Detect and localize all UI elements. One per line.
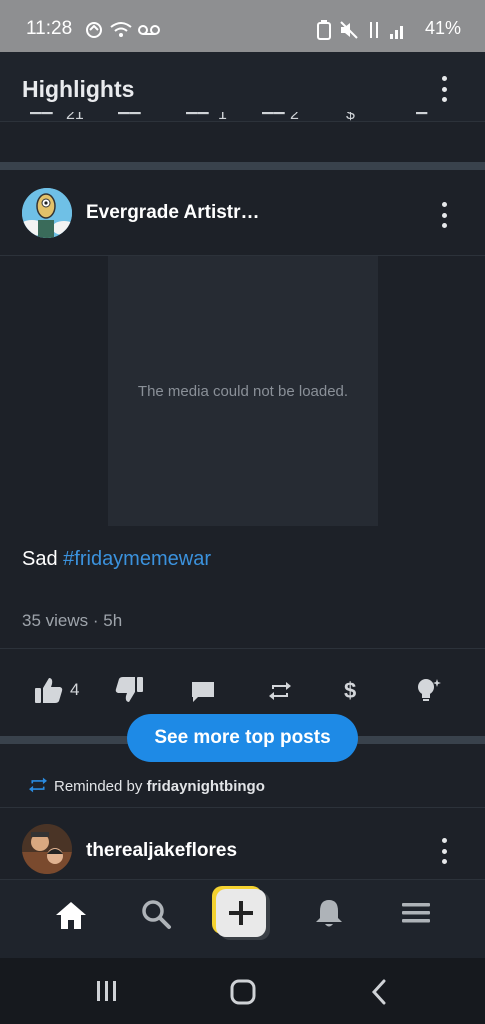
tip-button[interactable]: $: [344, 678, 356, 704]
status-bar: 11:28 41%: [0, 0, 485, 52]
previous-repost-count: 2: [290, 112, 299, 123]
dislike-button[interactable]: [114, 676, 144, 704]
repost-icon: [29, 777, 47, 793]
nav-notifications[interactable]: [314, 897, 344, 934]
post-options-icon[interactable]: [438, 838, 450, 864]
battery-percentage: 41%: [424, 18, 461, 38]
lightbulb-icon: [418, 679, 441, 701]
post-action-bar: 4 $: [0, 672, 485, 712]
home-icon: [56, 902, 86, 929]
menu-icon: [402, 903, 430, 923]
nav-search[interactable]: [140, 898, 172, 935]
recent-apps-icon[interactable]: [95, 980, 119, 1002]
like-count: 4: [70, 680, 80, 699]
comment-button[interactable]: [190, 680, 216, 704]
previous-post-actions: ▀▀ 21 ▀▀ ▀▀ 1 ▀▀ 2 $ ▀: [0, 112, 485, 134]
post-text: Sad #fridaymemewar: [22, 548, 211, 571]
data-icon: [370, 22, 378, 38]
thumbs-up-icon: ▀▀: [30, 112, 53, 123]
dollar-icon: $: [344, 678, 357, 703]
nav-menu[interactable]: [402, 902, 430, 929]
repost-icon: [269, 682, 291, 700]
thumbs-down-icon: ▀▀: [118, 112, 141, 123]
avatar[interactable]: [22, 824, 72, 874]
reminded-prefix: Reminded by: [54, 778, 147, 795]
previous-like-count: 21: [66, 112, 84, 123]
avatar[interactable]: [22, 188, 72, 238]
bell-icon: [316, 900, 342, 927]
post-divider: [0, 162, 485, 170]
thumbs-up-icon: [35, 678, 63, 703]
bottom-navigation: [0, 880, 485, 958]
post-options-icon[interactable]: [438, 202, 450, 228]
comment-icon: [192, 682, 214, 702]
sync-icon: [86, 22, 102, 38]
lightbulb-icon: ▀: [416, 112, 428, 123]
post-author[interactable]: therealjakeflores: [86, 840, 237, 862]
see-more-top-posts-button[interactable]: See more top posts: [127, 714, 358, 762]
signal-icon: [390, 26, 403, 39]
mute-icon: [340, 21, 358, 39]
thumbs-down-icon: [115, 677, 143, 702]
battery-saver-icon: [317, 20, 331, 40]
comment-icon: ▀▀: [186, 112, 209, 123]
back-icon[interactable]: [370, 979, 388, 1005]
dollar-icon: $: [346, 112, 355, 123]
post-text-body: Sad: [22, 548, 64, 570]
system-navigation-bar: [0, 958, 485, 1024]
page-title: Highlights: [22, 76, 135, 102]
plus-icon: [229, 901, 253, 925]
media-error-message: The media could not be loaded.: [137, 382, 349, 400]
reminded-banner: Reminded by fridaynightbingo: [0, 766, 485, 808]
wifi-icon: [110, 22, 132, 37]
boost-button[interactable]: [414, 676, 442, 704]
repost-icon: ▀▀: [262, 112, 285, 123]
search-icon: [142, 900, 171, 929]
like-button[interactable]: 4: [34, 676, 79, 704]
post-meta: 35 views · 5h: [22, 611, 123, 630]
home-button-icon[interactable]: [230, 979, 256, 1005]
reminded-user-link[interactable]: fridaynightbingo: [147, 778, 265, 795]
post-author[interactable]: Evergrade Artistr…: [86, 202, 260, 224]
overflow-menu-icon[interactable]: [438, 76, 450, 102]
status-time: 11:28: [26, 18, 73, 39]
repost-button[interactable]: [268, 680, 292, 702]
post-media[interactable]: The media could not be loaded.: [108, 256, 378, 526]
post-header: therealjakeflores: [0, 808, 485, 880]
nav-home[interactable]: [54, 900, 88, 935]
voicemail-icon: [138, 25, 160, 35]
compose-button[interactable]: [212, 886, 270, 940]
post-header: Evergrade Artistr…: [0, 172, 485, 256]
hashtag-link[interactable]: #fridaymemewar: [63, 548, 211, 570]
previous-comment-count: 1: [218, 112, 227, 123]
